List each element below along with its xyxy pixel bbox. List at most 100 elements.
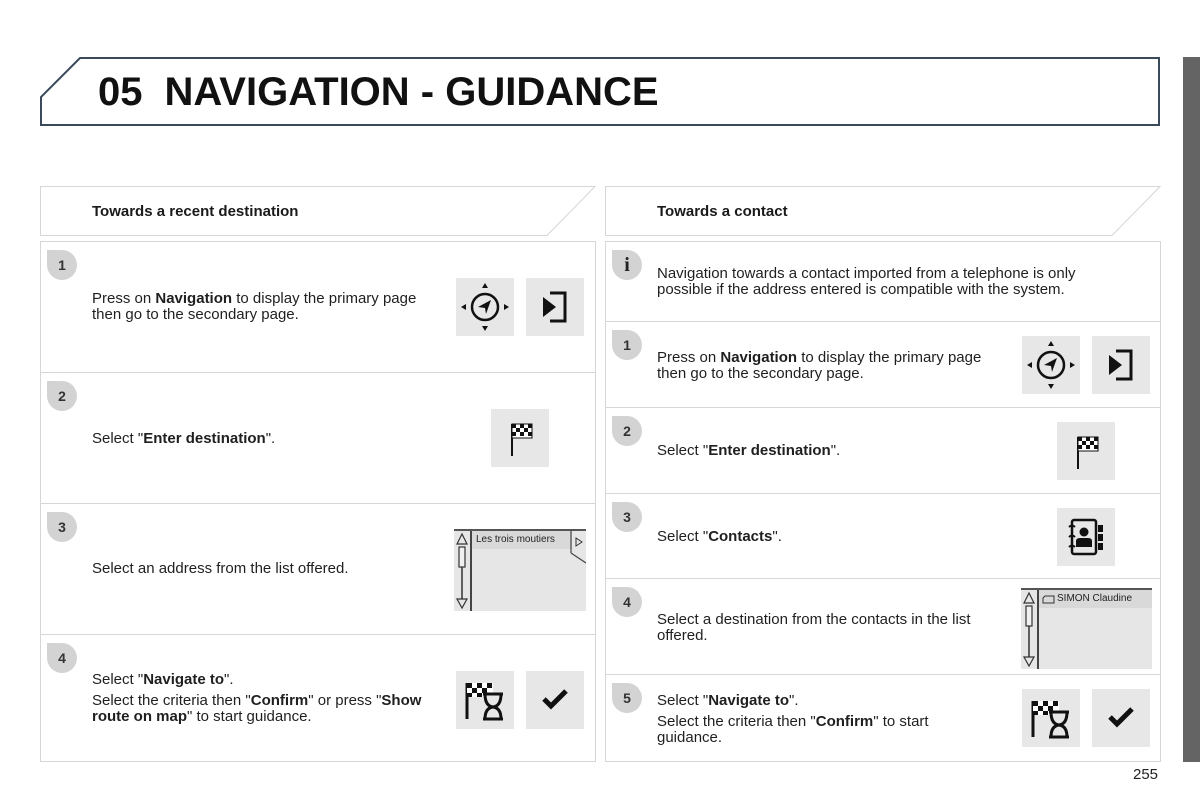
step-instruction: Select "Enter destination". bbox=[92, 431, 422, 447]
section-header-recent-destination: Towards a recent destination bbox=[40, 186, 596, 236]
step-instruction: Press on Navigation to display the prima… bbox=[92, 291, 422, 323]
text-fragment: Select " bbox=[657, 442, 709, 459]
step-instruction: Select a destination from the contacts i… bbox=[657, 611, 971, 644]
confirm-button[interactable] bbox=[1092, 689, 1150, 747]
text-fragment: " or press " bbox=[308, 692, 382, 709]
text-fragment: ". bbox=[265, 430, 276, 447]
step-badge: 2 bbox=[612, 416, 642, 446]
list-scrollbar[interactable] bbox=[454, 531, 472, 611]
step-card: 2 Select "Enter destination". bbox=[40, 372, 596, 504]
navigation-button[interactable] bbox=[1022, 336, 1080, 394]
step-card: 3 Select "Contacts". bbox=[605, 493, 1161, 579]
info-card: i Navigation towards a contact imported … bbox=[605, 241, 1161, 322]
text-emphasis: Navigation bbox=[155, 290, 233, 307]
step-instruction: Select an address from the list offered. bbox=[92, 560, 349, 577]
text-emphasis: Confirm bbox=[815, 713, 874, 730]
step-card: 1 Press on Navigation to display the pri… bbox=[605, 321, 1161, 408]
chapter-side-tab bbox=[1183, 57, 1200, 762]
checkered-flag-icon bbox=[511, 423, 533, 456]
contact-card-icon bbox=[1042, 595, 1055, 604]
info-icon: i bbox=[612, 250, 642, 280]
step-badge: 3 bbox=[47, 512, 77, 542]
step-card: 5 Select "Navigate to". Select the crite… bbox=[605, 674, 1161, 762]
text-fragment: " to start guidance. bbox=[187, 708, 312, 725]
chapter-title: NAVIGATION - GUIDANCE bbox=[164, 70, 659, 114]
text-fragment: Press on bbox=[657, 349, 721, 366]
step-badge: 1 bbox=[47, 250, 77, 280]
step-card: 4 Select "Navigate to". Select the crite… bbox=[40, 634, 596, 762]
instruction-line: Select the criteria then "Confirm" to st… bbox=[657, 714, 987, 746]
list-tab-arrow-icon bbox=[570, 531, 586, 564]
step-badge: 2 bbox=[47, 381, 77, 411]
section-header-contact: Towards a contact bbox=[605, 186, 1161, 236]
text-emphasis: Enter destination bbox=[708, 442, 831, 459]
scrollbar-arrows-icon bbox=[1022, 591, 1036, 668]
text-fragment: ". bbox=[772, 528, 782, 545]
step-badge: 5 bbox=[612, 683, 642, 713]
step-instruction: Select "Navigate to". Select the criteri… bbox=[92, 672, 432, 725]
route-criteria-icon bbox=[1031, 701, 1069, 739]
instruction-line: Select the criteria then "Confirm" or pr… bbox=[92, 693, 432, 725]
navigate-to-button[interactable] bbox=[1022, 689, 1080, 747]
section-title: Towards a contact bbox=[657, 203, 788, 220]
step-card: 3 Select an address from the list offere… bbox=[40, 503, 596, 635]
confirm-check-icon bbox=[1108, 707, 1134, 728]
text-emphasis: Enter destination bbox=[143, 430, 266, 447]
secondary-page-button[interactable] bbox=[1092, 336, 1150, 394]
list-item-label: SIMON Claudine bbox=[1057, 593, 1133, 604]
contacts-list-preview[interactable]: SIMON Claudine bbox=[1021, 588, 1152, 669]
enter-destination-button[interactable] bbox=[1057, 422, 1115, 480]
step-instruction: Select "Navigate to". Select the criteri… bbox=[657, 693, 987, 746]
step-instruction: Press on Navigation to display the prima… bbox=[657, 350, 987, 382]
step-badge: 1 bbox=[612, 330, 642, 360]
navigation-compass-icon bbox=[461, 283, 509, 331]
enter-destination-button[interactable] bbox=[491, 409, 549, 467]
step-instruction: Select "Enter destination". bbox=[657, 443, 987, 459]
checkered-flag-icon bbox=[1077, 436, 1099, 469]
step-instruction: Select "Contacts". bbox=[657, 529, 987, 545]
page-title: 05 NAVIGATION - GUIDANCE bbox=[98, 70, 659, 115]
navigation-compass-icon bbox=[1027, 341, 1075, 389]
contacts-book-icon bbox=[1068, 518, 1103, 556]
text-emphasis: Confirm bbox=[250, 692, 309, 709]
text-fragment: Select " bbox=[657, 528, 709, 545]
navigate-to-button[interactable] bbox=[456, 671, 514, 729]
text-fragment: ". bbox=[789, 692, 799, 709]
page-number: 255 bbox=[1133, 766, 1159, 783]
text-emphasis: Navigate to bbox=[143, 671, 225, 688]
instruction-line: Select "Navigate to". bbox=[92, 672, 432, 688]
step-badge: 4 bbox=[47, 643, 77, 673]
route-criteria-icon bbox=[465, 683, 503, 721]
text-emphasis: Navigate to bbox=[708, 692, 790, 709]
scrollbar-arrows-icon bbox=[455, 532, 469, 610]
contacts-button[interactable] bbox=[1057, 508, 1115, 566]
navigation-button[interactable] bbox=[456, 278, 514, 336]
info-text: Navigation towards a contact imported fr… bbox=[657, 265, 1076, 298]
step-badge: 4 bbox=[612, 587, 642, 617]
text-fragment: Select the criteria then " bbox=[657, 713, 816, 730]
text-fragment: Select " bbox=[92, 671, 144, 688]
secondary-page-icon bbox=[543, 291, 567, 323]
text-emphasis: Navigation bbox=[720, 349, 798, 366]
text-fragment: Select the criteria then " bbox=[92, 692, 251, 709]
text-fragment: Select " bbox=[92, 430, 144, 447]
text-emphasis: Contacts bbox=[708, 528, 773, 545]
text-fragment: ". bbox=[224, 671, 234, 688]
list-item[interactable]: Les trois moutiers bbox=[472, 531, 572, 549]
secondary-page-icon bbox=[1109, 349, 1133, 381]
confirm-button[interactable] bbox=[526, 671, 584, 729]
secondary-page-button[interactable] bbox=[526, 278, 584, 336]
address-list-preview[interactable]: Les trois moutiers bbox=[454, 529, 586, 611]
step-card: 2 Select "Enter destination". bbox=[605, 407, 1161, 494]
chapter-number: 05 bbox=[98, 70, 143, 114]
text-fragment: Press on bbox=[92, 290, 156, 307]
list-scrollbar[interactable] bbox=[1021, 590, 1039, 669]
step-card: 4 Select a destination from the contacts… bbox=[605, 578, 1161, 675]
text-fragment: ". bbox=[830, 442, 841, 459]
section-title: Towards a recent destination bbox=[92, 203, 299, 220]
step-badge: 3 bbox=[612, 502, 642, 532]
list-item[interactable]: SIMON Claudine bbox=[1039, 590, 1152, 608]
confirm-check-icon bbox=[542, 689, 568, 710]
instruction-line: Select "Navigate to". bbox=[657, 693, 987, 709]
step-card: 1 Press on Navigation to display the pri… bbox=[40, 241, 596, 373]
